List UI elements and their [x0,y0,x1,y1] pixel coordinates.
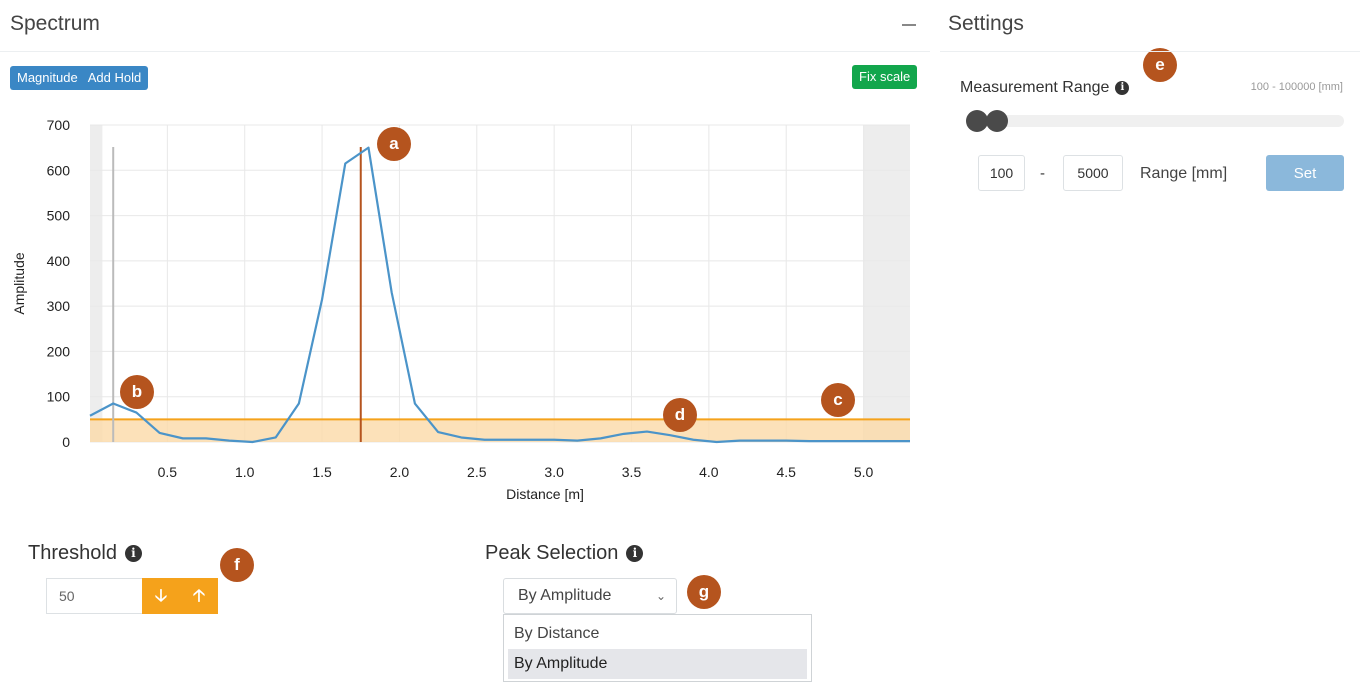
range-slider-max-handle[interactable] [986,110,1008,132]
x-tick-label: 4.0 [699,464,719,480]
badge-b: b [120,375,154,409]
y-tick-label: 500 [47,208,71,224]
y-tick-label: 0 [62,434,70,450]
threshold-label-group: Threshold i [28,542,142,565]
x-tick-label: 1.0 [235,464,255,480]
badge-e: e [1143,48,1177,82]
range-hint: 100 - 100000 [mm] [1250,81,1343,93]
info-icon[interactable]: i [1115,81,1130,95]
excluded-region [863,125,910,442]
peak-selection-label-group: Peak Selection i [485,542,644,565]
peak-selection-dropdown: By Distance By Amplitude [503,614,812,682]
x-tick-label: 1.5 [312,464,332,480]
badge-d: d [663,398,697,432]
settings-divider [940,51,1360,52]
x-tick-label: 2.5 [467,464,487,480]
badge-a: a [377,127,411,161]
threshold-label: Threshold [28,542,117,564]
range-slider-min-handle[interactable] [966,110,988,132]
x-tick-label: 2.0 [390,464,410,480]
measurement-range-label: Measurement Range [960,79,1110,96]
dropdown-option-by-amplitude[interactable]: By Amplitude [508,649,807,679]
x-tick-label: 3.0 [544,464,564,480]
x-tick-label: 5.0 [854,464,874,480]
spectrum-chart: 0 100 200 300 400 500 600 700 0.5 1.0 1.5 2.0 2.5 3.0… [11,117,910,502]
y-tick-label: 700 [47,117,71,133]
series-line [89,146,910,444]
range-dash: - [1040,165,1045,182]
range-unit-label: Range [mm] [1140,165,1228,182]
threshold-increase-button[interactable]: 🡡 [180,578,218,614]
range-max-input[interactable]: 5000 [1063,155,1123,191]
peak-selection-value: By Amplitude [518,587,612,604]
peak-selection-select[interactable]: By Amplitude ⌄ [503,578,677,614]
y-tick-label: 600 [47,162,71,178]
chevron-down-icon: ⌄ [655,589,666,603]
x-tick-label: 0.5 [158,464,178,480]
y-axis-label: Amplitude [11,252,27,314]
x-axis-label: Distance [m] [506,486,584,502]
peak-selection-label: Peak Selection [485,542,619,564]
dropdown-option-by-distance[interactable]: By Distance [508,619,807,649]
measurement-range-label-group: Measurement Range i [960,79,1130,97]
x-tick-label: 3.5 [622,464,642,480]
settings-title: Settings [948,12,1024,35]
arrow-down-icon: 🡣 [154,586,168,605]
range-min-input[interactable]: 100 [978,155,1025,191]
info-icon[interactable]: i [626,545,644,562]
excluded-region [90,125,103,442]
y-tick-label: 300 [47,298,71,314]
range-slider-track[interactable] [967,115,1344,127]
y-tick-label: 100 [47,389,71,405]
set-button[interactable]: Set [1266,155,1344,191]
badge-f: f [220,548,254,582]
y-tick-label: 200 [47,343,71,359]
threshold-input[interactable]: 50 [46,578,142,614]
y-tick-label: 400 [47,253,71,269]
info-icon[interactable]: i [124,545,142,562]
badge-g: g [687,575,721,609]
threshold-decrease-button[interactable]: 🡣 [142,578,180,614]
arrow-up-icon: 🡡 [192,586,206,605]
badge-c: c [821,383,855,417]
x-tick-label: 4.5 [776,464,796,480]
